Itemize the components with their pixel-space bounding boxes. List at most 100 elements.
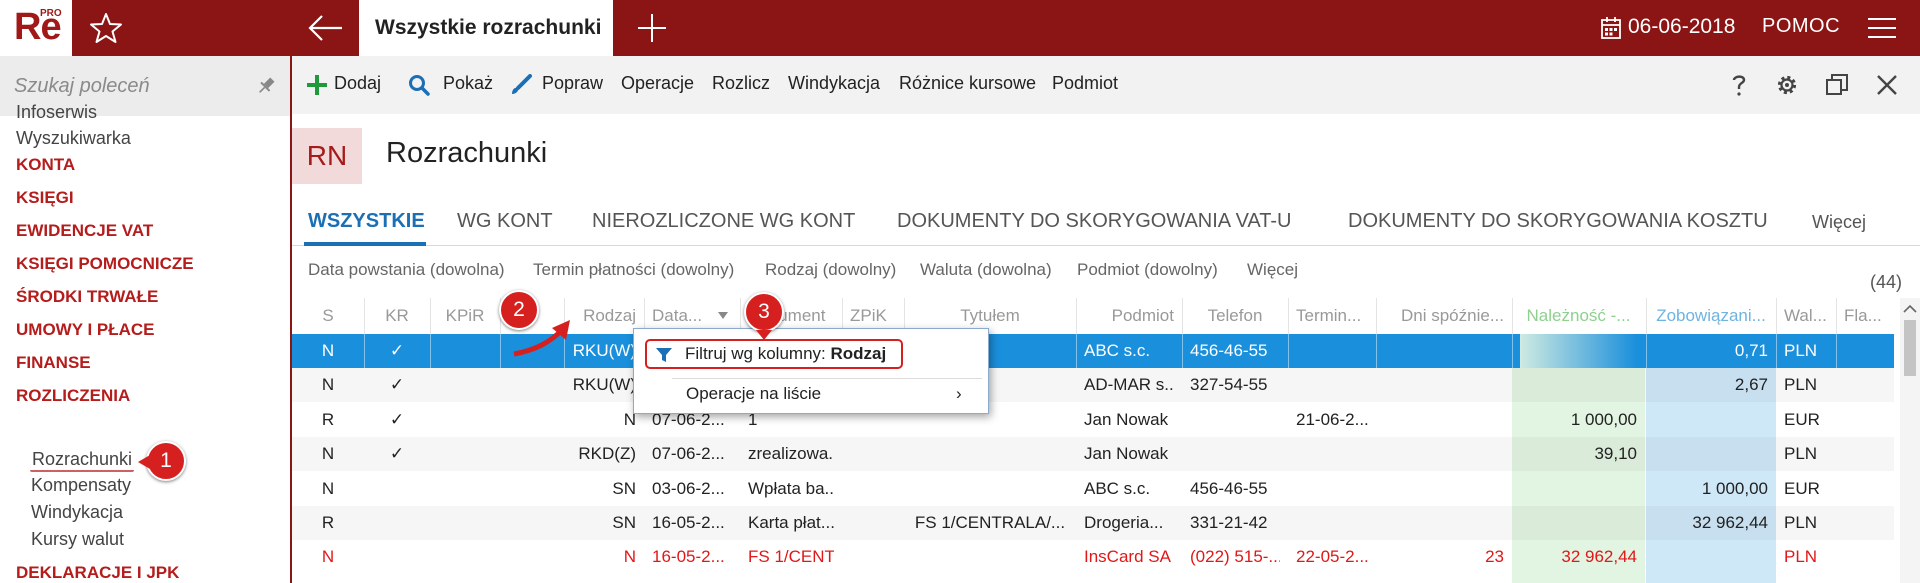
table-row[interactable]: N N 16-05-2... FS 1/CENT... InsCard SA (022) … [292, 540, 1894, 574]
tab-by-accounts[interactable]: WG KONT [457, 210, 553, 233]
column-separator[interactable] [1512, 298, 1513, 334]
pin-icon[interactable] [256, 76, 276, 96]
command-search-input[interactable] [14, 70, 244, 102]
column-header-kr[interactable]: KR [372, 298, 422, 334]
filter-by-column-item[interactable]: Filtruj wg kolumny: Rodzaj [645, 339, 903, 369]
scrollbar-thumb[interactable] [1904, 320, 1916, 376]
calendar-icon[interactable] [1601, 17, 1621, 39]
app-logo[interactable]: Re PRO [0, 0, 72, 56]
table-row[interactable]: N ✓ RKU(W) AD-MAR s... 327-54-55 2,67 PLN [292, 368, 1894, 402]
nav-sub-windykacja[interactable]: Windykacja [31, 502, 123, 523]
nav-section-ksiegi-pomocnicze[interactable]: KSIĘGI POMOCNICZE [16, 254, 194, 274]
filter-entity[interactable]: Podmiot (dowolny) [1077, 260, 1218, 280]
cell-zpik [850, 437, 896, 471]
exchange-differences-button[interactable]: Różnice kursowe [899, 73, 1036, 94]
cell-days-late: 23 [1485, 547, 1504, 567]
sort-desc-arrow-icon[interactable] [718, 312, 728, 320]
hamburger-menu-icon[interactable] [1868, 16, 1896, 40]
column-separator[interactable] [1836, 298, 1837, 334]
cell-liability [1654, 437, 1768, 471]
table-row[interactable]: N SN 03-06-2... Wpłata ba... ABC s.c. 456-46-… [292, 472, 1894, 506]
filter-creation-date[interactable]: Data powstania (dowolna) [308, 260, 505, 280]
nav-sub-rozrachunki[interactable]: Rozrachunki [30, 449, 135, 472]
column-header-receivable[interactable]: Należność -... [1520, 298, 1637, 334]
nav-section-deklaracje-jpk[interactable]: DEKLARACJE I JPK [16, 563, 179, 583]
gear-icon[interactable] [1774, 72, 1800, 98]
column-header-entity[interactable]: Podmiot [1084, 298, 1174, 334]
favorite-star-icon[interactable] [88, 10, 124, 46]
column-header-status[interactable]: S [300, 298, 356, 334]
vertical-scrollbar[interactable] [1900, 298, 1920, 583]
filter-more[interactable]: Więcej [1247, 260, 1298, 280]
filter-payment-due[interactable]: Termin płatności (dowolny) [533, 260, 734, 280]
column-header-liability[interactable]: Zobowiązani... [1654, 298, 1768, 334]
cell-document: Wpłata ba... [748, 478, 834, 498]
nav-sub-kursy-walut[interactable]: Kursy walut [31, 529, 124, 550]
cell-liability: 32 962,44 [1692, 513, 1768, 532]
add-button[interactable]: Dodaj [334, 73, 381, 94]
nav-sub-kompensaty[interactable]: Kompensaty [31, 475, 131, 496]
nav-section-finanse[interactable]: FINANSE [16, 353, 91, 373]
column-separator[interactable] [1646, 298, 1647, 334]
tab-docs-cost-correction[interactable]: DOKUMENTY DO SKORYGOWANIA KOSZTU [1348, 210, 1768, 233]
edit-button[interactable]: Popraw [542, 73, 603, 94]
column-header-due-date[interactable]: Termin... [1296, 298, 1368, 334]
show-button[interactable]: Pokaż [443, 73, 493, 94]
nav-section-rozliczenia[interactable]: ROZLICZENIA [16, 386, 130, 406]
column-separator[interactable] [1776, 298, 1777, 334]
list-operations-item[interactable]: Operacje na liście [686, 384, 821, 404]
column-separator[interactable] [1376, 298, 1377, 334]
tab-docs-vat-correction[interactable]: DOKUMENTY DO SKORYGOWANIA VAT-U [897, 210, 1292, 233]
column-header-phone[interactable]: Telefon [1190, 298, 1280, 334]
nav-section-umowy-place[interactable]: UMOWY I PŁACE [16, 320, 155, 340]
search-magnifier-icon[interactable] [408, 74, 430, 96]
nav-infoserwis[interactable]: Infoserwis [16, 102, 97, 123]
tab-more[interactable]: Więcej [1812, 212, 1866, 233]
operations-button[interactable]: Operacje [621, 73, 694, 94]
tab-all[interactable]: WSZYSTKIE [308, 210, 425, 233]
table-row[interactable]: R ✓ N 07-06-2... 1 Jan Nowak 21-06-2... 1 000,0… [292, 403, 1894, 437]
column-separator[interactable] [1288, 298, 1289, 334]
edit-brush-icon[interactable] [510, 74, 532, 96]
nav-section-ewidencje-vat[interactable]: EWIDENCJE VAT [16, 221, 153, 241]
close-icon[interactable] [1874, 72, 1900, 98]
cell-kpir [438, 437, 492, 471]
column-separator[interactable] [364, 298, 365, 334]
table-row[interactable]: N ✓ RKD(Z) 07-06-2... zrealizowa... Jan Nowak… [292, 437, 1894, 471]
nav-section-konta[interactable]: KONTA [16, 155, 75, 175]
cell-phone: 327-54-55 [1190, 375, 1268, 395]
cell-phone [1190, 437, 1280, 471]
nav-section-ksiegi[interactable]: KSIĘGI [16, 188, 74, 208]
column-header-flag[interactable]: Fla... [1844, 298, 1886, 334]
back-arrow-icon[interactable] [306, 12, 346, 44]
column-header-type[interactable]: Rodzaj [572, 298, 636, 334]
tab-unsettled-by-accounts[interactable]: NIEROZLICZONE WG KONT [592, 210, 855, 233]
nav-wyszukiwarka[interactable]: Wyszukiwarka [16, 128, 131, 149]
add-plus-icon[interactable] [306, 74, 328, 96]
filter-currency[interactable]: Waluta (dowolna) [920, 260, 1052, 280]
column-separator[interactable] [430, 298, 431, 334]
cell-currency: PLN [1784, 513, 1818, 532]
column-header-kpir[interactable]: KPiR [438, 298, 492, 334]
nav-section-srodki-trwale[interactable]: ŚRODKI TRWAŁE [16, 287, 158, 307]
entity-button[interactable]: Podmiot [1052, 73, 1118, 94]
scroll-up-arrow-icon[interactable] [1903, 304, 1917, 314]
current-date[interactable]: 06-06-2018 [1628, 15, 1735, 39]
settle-button[interactable]: Rozlicz [712, 73, 770, 94]
table-row[interactable]: R SN 16-05-2... Karta płat... FS 1/CENTRALA/… [292, 506, 1894, 540]
column-separator[interactable] [1076, 298, 1077, 334]
cell-due-date [1296, 368, 1368, 402]
question-mark-icon[interactable] [1726, 72, 1752, 98]
help-link[interactable]: POMOC [1762, 15, 1840, 38]
column-header-days-late[interactable]: Dni spóźnie... [1384, 298, 1504, 334]
cell-entity: InsCard SA [1084, 547, 1171, 567]
cell-date: 16-05-2... [652, 547, 725, 567]
filter-type[interactable]: Rodzaj (dowolny) [765, 260, 896, 280]
column-separator[interactable] [1182, 298, 1183, 334]
restore-window-icon[interactable] [1824, 72, 1850, 98]
debt-collection-button[interactable]: Windykacja [788, 73, 880, 94]
new-tab-plus-icon[interactable] [634, 10, 670, 46]
column-header-currency[interactable]: Wal... [1784, 298, 1828, 334]
tab-active-window[interactable]: Wszystkie rozrachunki [359, 0, 613, 56]
cell-currency: PLN [1784, 444, 1818, 464]
